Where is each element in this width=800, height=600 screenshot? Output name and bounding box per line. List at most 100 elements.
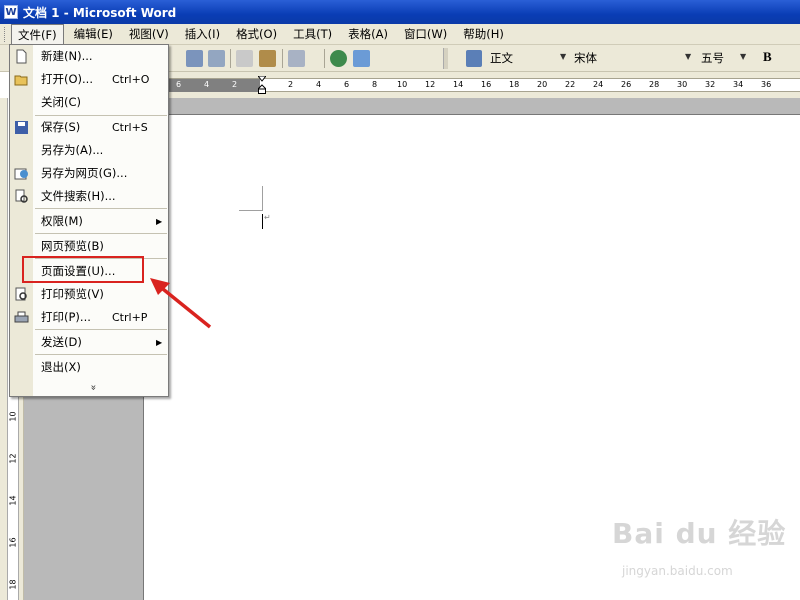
title-bar: W 文档 1 - Microsoft Word xyxy=(0,0,800,24)
menu-item-print-preview[interactable]: 打印预览(V) xyxy=(10,283,168,305)
menu-item-label: 保存(S) xyxy=(41,120,81,134)
ruler-label: 34 xyxy=(733,80,744,89)
menu-file[interactable]: 文件(F) xyxy=(11,23,64,45)
menu-item-shortcut: Ctrl+O xyxy=(112,72,150,86)
toolbar-separator xyxy=(230,49,231,68)
table-icon[interactable] xyxy=(353,50,370,67)
watermark-url: jingyan.baidu.com xyxy=(622,564,733,578)
page-top-margin xyxy=(143,98,800,114)
paste-icon[interactable] xyxy=(259,50,276,67)
ruler-label: 10 xyxy=(397,80,408,89)
submenu-arrow-icon: ▶ xyxy=(156,216,163,226)
menu-item-shortcut: Ctrl+P xyxy=(112,310,148,324)
menu-separator xyxy=(35,233,167,234)
ruler-label: 4 xyxy=(316,80,322,89)
menu-item-shortcut: Ctrl+S xyxy=(112,120,148,134)
menu-insert[interactable]: 插入(I) xyxy=(179,24,226,44)
menu-edit[interactable]: 编辑(E) xyxy=(68,24,119,44)
menu-tools[interactable]: 工具(T) xyxy=(287,24,338,44)
print-preview-icon xyxy=(15,287,27,300)
ruler-label: 12 xyxy=(425,80,436,89)
ruler-label: 26 xyxy=(621,80,632,89)
copy-icon[interactable] xyxy=(236,50,253,67)
menu-item-send[interactable]: 发送(D) ▶ xyxy=(10,331,168,353)
web-page-icon xyxy=(14,168,28,179)
vertical-ruler-label: 16 xyxy=(8,537,18,548)
menu-item-web-preview[interactable]: 网页预览(B) xyxy=(10,235,168,257)
menu-help[interactable]: 帮助(H) xyxy=(457,24,510,44)
menu-window[interactable]: 窗口(W) xyxy=(398,24,453,44)
menu-item-file-search[interactable]: 文件搜索(H)... xyxy=(10,185,168,207)
menu-item-label: 新建(N)... xyxy=(41,49,93,63)
ruler-label: 4 xyxy=(204,80,210,89)
ruler-strip xyxy=(143,78,800,92)
open-folder-icon xyxy=(14,75,28,85)
menu-bar: 文件(F) 编辑(E) 视图(V) 插入(I) 格式(O) 工具(T) 表格(A… xyxy=(0,23,800,45)
research-icon[interactable] xyxy=(208,50,225,67)
menu-item-save[interactable]: 保存(S) Ctrl+S xyxy=(10,116,168,138)
toolbar-separator xyxy=(282,49,283,68)
menu-item-label: 另存为(A)... xyxy=(41,143,104,157)
hyperlink-icon[interactable] xyxy=(330,50,347,67)
menu-item-label: 网页预览(B) xyxy=(41,239,104,253)
menu-separator xyxy=(35,208,167,209)
menu-table[interactable]: 表格(A) xyxy=(342,24,394,44)
ruler-label: 30 xyxy=(677,80,688,89)
menu-view[interactable]: 视图(V) xyxy=(123,24,175,44)
menu-item-open[interactable]: 打开(O)... Ctrl+O xyxy=(10,68,168,90)
menu-item-exit[interactable]: 退出(X) xyxy=(10,356,168,378)
ruler-label: 6 xyxy=(344,80,350,89)
baidu-watermark: Bai du 经验 jingyan.baidu.com xyxy=(612,512,787,578)
expand-menu-icon[interactable]: » xyxy=(88,384,99,390)
paragraph-mark-icon: ↵ xyxy=(264,213,271,222)
menu-item-label: 另存为网页(G)... xyxy=(41,166,128,180)
chevron-down-icon[interactable]: ▼ xyxy=(560,52,566,61)
vertical-ruler-label: 18 xyxy=(8,579,18,590)
indent-marker-icon[interactable] xyxy=(258,76,266,94)
ruler-label: 32 xyxy=(705,80,716,89)
menu-format[interactable]: 格式(O) xyxy=(230,24,283,44)
menu-item-label: 关闭(C) xyxy=(41,95,82,109)
menu-item-label: 文件搜索(H)... xyxy=(41,189,116,203)
watermark-logo: Bai du 经验 xyxy=(612,517,787,550)
size-combo[interactable]: 五号 ▼ xyxy=(701,48,749,68)
spelling-icon[interactable] xyxy=(186,50,203,67)
menu-item-save-as[interactable]: 另存为(A)... xyxy=(10,139,168,161)
vertical-ruler-label: 12 xyxy=(8,453,18,464)
ruler-label: 24 xyxy=(593,80,604,89)
ruler-label: 2 xyxy=(232,80,238,89)
menu-item-new[interactable]: 新建(N)... xyxy=(10,45,168,67)
ruler-label: 16 xyxy=(481,80,492,89)
font-combo[interactable]: 宋体 ▼ xyxy=(574,48,694,68)
horizontal-ruler[interactable]: 6 4 2 2 4 6 8 10 12 14 16 18 20 22 24 26… xyxy=(143,72,800,98)
toolbar-grip[interactable] xyxy=(443,48,448,69)
chevron-down-icon[interactable]: ▼ xyxy=(685,52,691,61)
ruler-label: 36 xyxy=(761,80,772,89)
annotation-highlight-box xyxy=(22,256,144,283)
annotation-arrow-icon xyxy=(150,278,212,329)
chevron-down-icon[interactable]: ▼ xyxy=(740,52,746,61)
menu-separator xyxy=(35,354,167,355)
menu-item-print[interactable]: 打印(P)... Ctrl+P xyxy=(10,306,168,328)
size-value: 五号 xyxy=(701,51,724,65)
ruler-label: 2 xyxy=(288,80,294,89)
printer-icon xyxy=(14,311,29,322)
menu-item-label: 打印预览(V) xyxy=(41,287,104,301)
text-boundary-mark xyxy=(262,186,263,211)
menu-item-label: 发送(D) xyxy=(41,335,82,349)
style-combo[interactable]: 正文 ▼ xyxy=(490,48,570,68)
menu-item-save-as-web[interactable]: 另存为网页(G)... xyxy=(10,162,168,184)
ruler-label: 14 xyxy=(453,80,464,89)
ruler-label: 18 xyxy=(509,80,520,89)
menu-item-label: 权限(M) xyxy=(41,214,83,228)
menubar-grip[interactable] xyxy=(4,26,7,42)
menu-item-label: 打印(P)... xyxy=(41,310,91,324)
undo-icon[interactable] xyxy=(288,50,305,67)
menu-item-close[interactable]: 关闭(C) xyxy=(10,91,168,113)
toolbar-separator xyxy=(324,49,325,68)
font-value: 宋体 xyxy=(574,51,597,65)
styles-icon[interactable] xyxy=(466,50,482,67)
menu-item-permission[interactable]: 权限(M) ▶ xyxy=(10,210,168,232)
word-app-icon: W xyxy=(4,5,18,19)
bold-button[interactable]: B xyxy=(763,49,772,65)
